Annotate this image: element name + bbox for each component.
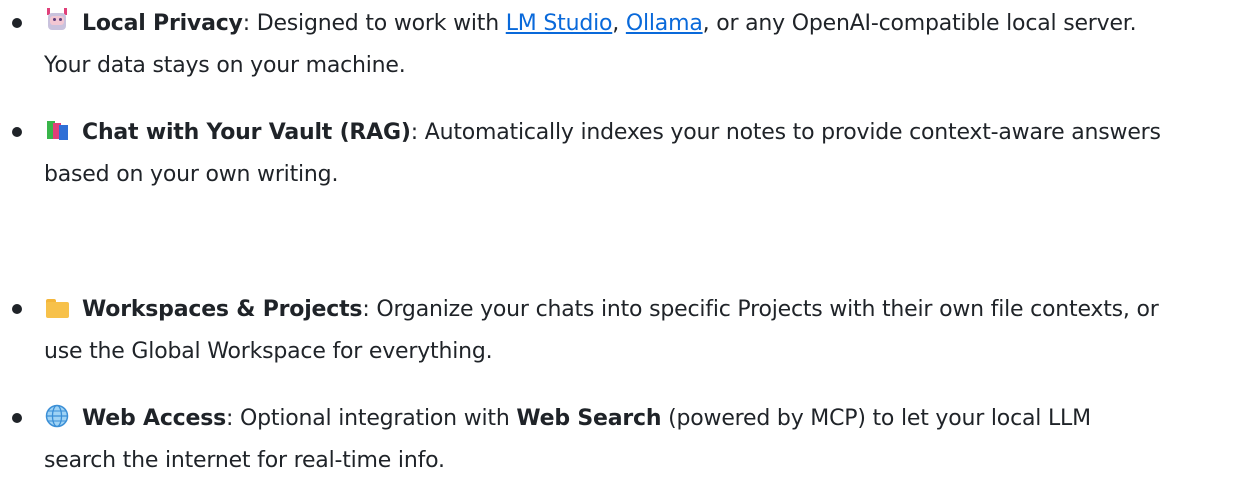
lm-studio-link[interactable]: LM Studio (506, 11, 613, 36)
bullet (12, 413, 22, 423)
globe-icon (44, 403, 70, 429)
robot-icon (44, 8, 70, 34)
item-line-2: use the Global Workspace for everything. (44, 339, 493, 364)
item-line-2: based on your own writing. (44, 162, 339, 187)
bullet (12, 18, 22, 28)
item-line-2: search the internet for real-time info. (44, 448, 445, 473)
item-text: : Organize your chats into specific Proj… (362, 297, 1159, 322)
bullet (12, 127, 22, 137)
item-text: , (612, 11, 626, 36)
item-title: Web Access (82, 406, 227, 431)
item-text: : Automatically indexes your notes to pr… (410, 120, 1161, 145)
web-search-term: Web Search (516, 406, 662, 431)
folder-icon (44, 294, 70, 320)
item-title: Local Privacy (82, 11, 243, 36)
item-text: (powered by MCP) to let your local LLM (661, 406, 1091, 431)
bullet (12, 304, 22, 314)
item-line-1: Workspaces & Projects: Organize your cha… (44, 290, 1159, 330)
books-icon (44, 117, 70, 143)
item-line-1: Local Privacy: Designed to work with LM … (44, 4, 1137, 44)
item-text: : Designed to work with (242, 11, 506, 36)
item-line-2: Your data stays on your machine. (44, 53, 406, 78)
item-title: Chat with Your Vault (RAG) (82, 120, 411, 145)
item-line-1: Web Access: Optional integration with We… (44, 399, 1091, 439)
item-text: , or any OpenAI-compatible local server. (702, 11, 1137, 36)
item-text: : Optional integration with (226, 406, 517, 431)
item-title: Workspaces & Projects (82, 297, 363, 322)
ollama-link[interactable]: Ollama (626, 11, 703, 36)
item-line-1: Chat with Your Vault (RAG): Automaticall… (44, 113, 1161, 153)
